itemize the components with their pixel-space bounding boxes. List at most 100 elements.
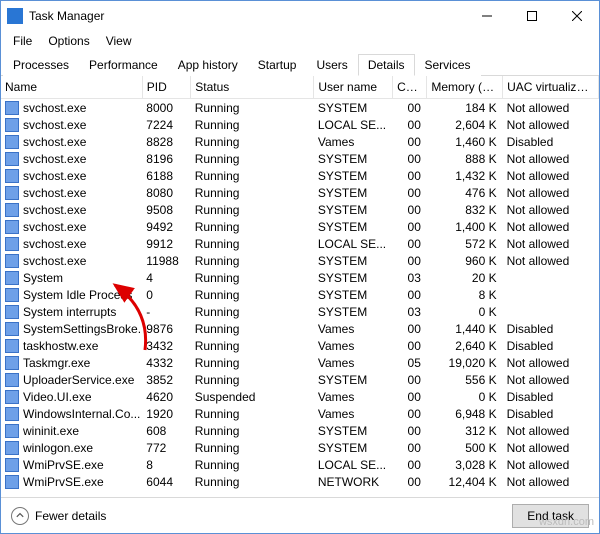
cell-uac: Not allowed <box>503 150 599 167</box>
cell-mem: 832 K <box>427 201 503 218</box>
cell-mem: 0 K <box>427 303 503 320</box>
process-icon <box>5 356 19 370</box>
cell-status: Running <box>191 201 314 218</box>
table-row[interactable]: WmiPrvSE.exe8RunningLOCAL SE...003,028 K… <box>1 456 599 473</box>
process-name: System interrupts <box>23 305 116 319</box>
fewer-details-button[interactable]: Fewer details <box>11 507 106 525</box>
cell-uac: Not allowed <box>503 371 599 388</box>
menubar: File Options View <box>1 31 599 51</box>
col-mem[interactable]: Memory (a... <box>427 76 503 99</box>
col-name[interactable]: Name <box>1 76 142 99</box>
cell-cpu: 00 <box>393 286 427 303</box>
table-row[interactable]: wininit.exe608RunningSYSTEM00312 KNot al… <box>1 422 599 439</box>
table-row[interactable]: WindowsInternal.Co...1920RunningVames006… <box>1 405 599 422</box>
table-row[interactable]: svchost.exe8000RunningSYSTEM00184 KNot a… <box>1 99 599 117</box>
cell-status: Running <box>191 286 314 303</box>
col-uac[interactable]: UAC virtualizat... <box>503 76 599 99</box>
table-row[interactable]: System Idle Process0RunningSYSTEM008 K <box>1 286 599 303</box>
cell-name: System interrupts <box>1 303 142 320</box>
cell-name: svchost.exe <box>1 116 142 133</box>
process-icon <box>5 186 19 200</box>
cell-cpu: 00 <box>393 371 427 388</box>
table-row[interactable]: svchost.exe9492RunningSYSTEM001,400 KNot… <box>1 218 599 235</box>
menu-view[interactable]: View <box>98 32 140 50</box>
table-row[interactable]: System interrupts-RunningSYSTEM030 K <box>1 303 599 320</box>
table-row[interactable]: taskhostw.exe3432RunningVames002,640 KDi… <box>1 337 599 354</box>
cell-status: Suspended <box>191 388 314 405</box>
tab-app-history[interactable]: App history <box>168 54 248 76</box>
cell-status: Running <box>191 337 314 354</box>
tab-services[interactable]: Services <box>415 54 481 76</box>
tab-processes[interactable]: Processes <box>3 54 79 76</box>
col-pid[interactable]: PID <box>142 76 190 99</box>
minimize-button[interactable] <box>464 1 509 31</box>
cell-uac <box>503 269 599 286</box>
cell-pid: 8196 <box>142 150 190 167</box>
col-user[interactable]: User name <box>314 76 393 99</box>
cell-name: UploaderService.exe <box>1 371 142 388</box>
process-name: svchost.exe <box>23 118 86 132</box>
cell-uac <box>503 303 599 320</box>
table-row[interactable]: svchost.exe9912RunningLOCAL SE...00572 K… <box>1 235 599 252</box>
cell-uac: Not allowed <box>503 422 599 439</box>
cell-uac: Disabled <box>503 388 599 405</box>
process-table[interactable]: NamePIDStatusUser nameCPUMemory (a...UAC… <box>1 76 599 497</box>
cell-mem: 960 K <box>427 252 503 269</box>
cell-status: Running <box>191 269 314 286</box>
cell-name: Video.UI.exe <box>1 388 142 405</box>
process-name: System Idle Process <box>23 288 132 302</box>
table-row[interactable]: svchost.exe6188RunningSYSTEM001,432 KNot… <box>1 167 599 184</box>
process-name: WindowsInternal.Co... <box>23 407 140 421</box>
col-cpu[interactable]: CPU <box>393 76 427 99</box>
table-header-row[interactable]: NamePIDStatusUser nameCPUMemory (a...UAC… <box>1 76 599 99</box>
cell-name: Taskmgr.exe <box>1 354 142 371</box>
cell-status: Running <box>191 439 314 456</box>
process-name: Video.UI.exe <box>23 390 92 404</box>
process-name: WmiPrvSE.exe <box>23 458 104 472</box>
cell-pid: 6188 <box>142 167 190 184</box>
cell-name: svchost.exe <box>1 133 142 150</box>
cell-uac <box>503 286 599 303</box>
cell-cpu: 00 <box>393 201 427 218</box>
cell-cpu: 00 <box>393 99 427 117</box>
table-row[interactable]: svchost.exe7224RunningLOCAL SE...002,604… <box>1 116 599 133</box>
table-row[interactable]: SystemSettingsBroke...9876RunningVames00… <box>1 320 599 337</box>
col-status[interactable]: Status <box>191 76 314 99</box>
cell-mem: 1,400 K <box>427 218 503 235</box>
tab-startup[interactable]: Startup <box>248 54 307 76</box>
table-row[interactable]: System4RunningSYSTEM0320 K <box>1 269 599 286</box>
cell-cpu: 00 <box>393 422 427 439</box>
process-name: svchost.exe <box>23 135 86 149</box>
process-name: System <box>23 271 63 285</box>
process-name: svchost.exe <box>23 169 86 183</box>
tab-users[interactable]: Users <box>306 54 357 76</box>
titlebar[interactable]: Task Manager <box>1 1 599 31</box>
table-row[interactable]: svchost.exe11988RunningSYSTEM00960 KNot … <box>1 252 599 269</box>
process-name: svchost.exe <box>23 186 86 200</box>
watermark: wsxdn.com <box>539 516 594 528</box>
close-button[interactable] <box>554 1 599 31</box>
table-row[interactable]: WmiPrvSE.exe6044RunningNETWORK0012,404 K… <box>1 473 599 490</box>
process-icon <box>5 407 19 421</box>
menu-file[interactable]: File <box>5 32 40 50</box>
cell-cpu: 05 <box>393 354 427 371</box>
process-name: wininit.exe <box>23 424 79 438</box>
process-icon <box>5 339 19 353</box>
table-row[interactable]: Taskmgr.exe4332RunningVames0519,020 KNot… <box>1 354 599 371</box>
cell-uac: Not allowed <box>503 473 599 490</box>
table-row[interactable]: svchost.exe8196RunningSYSTEM00888 KNot a… <box>1 150 599 167</box>
cell-mem: 0 K <box>427 388 503 405</box>
cell-cpu: 00 <box>393 456 427 473</box>
tab-performance[interactable]: Performance <box>79 54 168 76</box>
cell-mem: 556 K <box>427 371 503 388</box>
menu-options[interactable]: Options <box>40 32 97 50</box>
table-row[interactable]: svchost.exe8828RunningVames001,460 KDisa… <box>1 133 599 150</box>
table-row[interactable]: winlogon.exe772RunningSYSTEM00500 KNot a… <box>1 439 599 456</box>
maximize-button[interactable] <box>509 1 554 31</box>
cell-name: System <box>1 269 142 286</box>
table-row[interactable]: UploaderService.exe3852RunningSYSTEM0055… <box>1 371 599 388</box>
table-row[interactable]: Video.UI.exe4620SuspendedVames000 KDisab… <box>1 388 599 405</box>
table-row[interactable]: svchost.exe8080RunningSYSTEM00476 KNot a… <box>1 184 599 201</box>
table-row[interactable]: svchost.exe9508RunningSYSTEM00832 KNot a… <box>1 201 599 218</box>
tab-details[interactable]: Details <box>358 54 415 76</box>
